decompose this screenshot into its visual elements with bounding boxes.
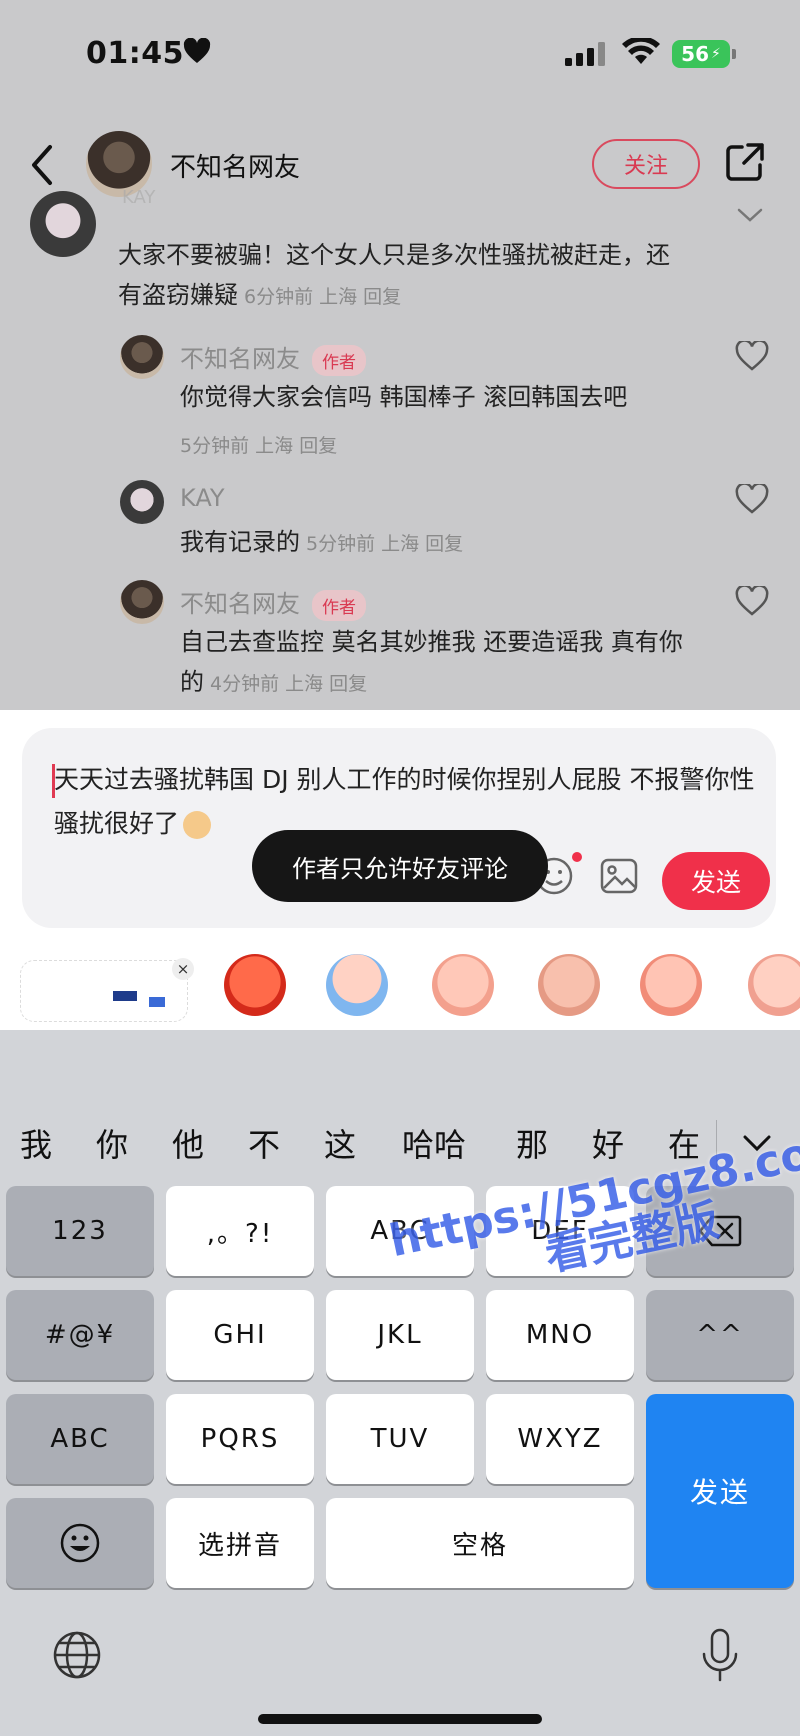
comment-author[interactable]: 不知名网友 作者 xyxy=(180,584,366,621)
comment-body: 你觉得大家会信吗 韩国棒子 滚回韩国去吧 xyxy=(180,383,628,411)
key-symbols[interactable]: #@¥ xyxy=(6,1290,154,1380)
image-icon[interactable] xyxy=(600,858,638,894)
key-abc-mode[interactable]: ABC xyxy=(6,1394,154,1484)
recent-sticker[interactable] xyxy=(20,960,188,1022)
home-indicator xyxy=(258,1714,542,1724)
smiley-icon xyxy=(60,1523,100,1563)
comment-item[interactable]: KAY 我有记录的 5分钟前 上海 回复 xyxy=(0,480,800,560)
comment-composer: 天天过去骚扰韩国 DJ 别人工作的时候你捏别人屁股 不报警你性骚扰很好了 发送 … xyxy=(0,710,800,1030)
key-tuv[interactable]: TUV xyxy=(326,1394,474,1484)
reply-link[interactable]: 回复 xyxy=(425,533,463,555)
comment-location: 上海 xyxy=(285,673,324,695)
comment-body: 我有记录的 xyxy=(180,528,300,556)
comment-item[interactable]: 不知名网友 作者 你觉得大家会信吗 韩国棒子 滚回韩国去吧 5分钟前 上海 回复 xyxy=(0,335,800,457)
keyboard: 我 你 他 不 这 哈哈 那 好 在 123 ,。?! ABC DEF #@¥ … xyxy=(0,1030,800,1736)
back-icon[interactable] xyxy=(30,143,54,187)
comment-header: 不知名网友 关注 xyxy=(0,125,800,205)
share-icon[interactable] xyxy=(724,141,766,183)
comment-time: 5分钟前 xyxy=(306,533,376,555)
cellular-signal-icon xyxy=(565,42,605,66)
avatar[interactable] xyxy=(120,480,164,524)
space-key[interactable]: 空格 xyxy=(326,1498,634,1588)
comment-location: 上海 xyxy=(381,533,420,555)
comment-item[interactable]: KAY 大家不要被骗！这个女人只是多次性骚扰被赶走，还有盗窃嫌疑 6分钟前 上海 回复 xyxy=(0,187,800,309)
reply-link[interactable]: 回复 xyxy=(329,673,367,695)
comment-text[interactable]: 你觉得大家会信吗 韩国棒子 滚回韩国去吧 xyxy=(180,377,700,417)
status-time: 01:45 xyxy=(86,36,184,71)
sticker-fragment xyxy=(149,997,165,1007)
key-123[interactable]: 123 xyxy=(6,1186,154,1276)
heart-outline-icon[interactable] xyxy=(735,586,769,616)
battery-icon: 56 ⚡ xyxy=(672,40,730,68)
sticker-bar: × xyxy=(0,950,800,1030)
comment-time: 5分钟前 xyxy=(180,435,250,457)
key-emoticon[interactable]: ^^ xyxy=(646,1290,794,1380)
reply-link[interactable]: 回复 xyxy=(363,286,401,308)
notification-dot xyxy=(572,852,582,862)
author-name[interactable]: 不知名网友 xyxy=(170,147,300,184)
emoji-key[interactable] xyxy=(6,1498,154,1588)
key-wxyz[interactable]: WXYZ xyxy=(486,1394,634,1484)
comment-time: 4分钟前 xyxy=(210,673,280,695)
sweat-sticker[interactable] xyxy=(432,954,494,1016)
heart-icon xyxy=(183,38,211,63)
comment-author-name: 不知名网友 xyxy=(180,345,300,373)
chevron-down-icon[interactable] xyxy=(736,207,764,223)
comment-author[interactable]: KAY xyxy=(122,187,155,208)
wifi-icon xyxy=(622,38,660,64)
follow-button[interactable]: 关注 xyxy=(592,139,700,189)
candidate-word[interactable]: 你 xyxy=(96,1120,128,1166)
avatar[interactable] xyxy=(120,580,164,624)
heart-outline-icon[interactable] xyxy=(735,484,769,514)
comment-text[interactable]: 自己去查监控 莫名其妙推我 还要造谣我 真有你的 4分钟前 上海 回复 xyxy=(180,622,700,704)
candidate-word[interactable]: 这 xyxy=(324,1120,356,1166)
candidate-word[interactable]: 我 xyxy=(20,1120,52,1166)
author-badge: 作者 xyxy=(312,589,366,621)
battery-level: 56 xyxy=(681,42,709,66)
close-icon[interactable]: × xyxy=(172,958,194,980)
globe-icon[interactable] xyxy=(52,1630,102,1680)
candidate-word[interactable]: 那 xyxy=(516,1120,548,1166)
send-button[interactable]: 发送 xyxy=(662,852,770,910)
key-pqrs[interactable]: PQRS xyxy=(166,1394,314,1484)
comment-text[interactable]: 大家不要被骗！这个女人只是多次性骚扰被赶走，还有盗窃嫌疑 6分钟前 上海 回复 xyxy=(118,235,678,317)
key-jkl[interactable]: JKL xyxy=(326,1290,474,1380)
angry-face-sticker[interactable] xyxy=(224,954,286,1016)
inline-sticker-icon xyxy=(183,811,212,839)
reply-link[interactable]: 回复 xyxy=(299,435,337,457)
comment-author-name: 不知名网友 xyxy=(180,590,300,618)
key-ghi[interactable]: GHI xyxy=(166,1290,314,1380)
heart-outline-icon[interactable] xyxy=(735,341,769,371)
avatar[interactable] xyxy=(30,191,96,257)
candidate-word[interactable]: 他 xyxy=(172,1120,204,1166)
candidate-word[interactable]: 好 xyxy=(592,1120,624,1166)
keyboard-send-key[interactable]: 发送 xyxy=(646,1394,794,1588)
author-badge: 作者 xyxy=(312,344,366,376)
comment-sheet: 01:45 56 ⚡ 不知名网友 关注 KAY 大家不要被骗！这个女人只是多次性骚… xyxy=(0,0,800,710)
comment-location: 上海 xyxy=(255,435,294,457)
input-value: 天天过去骚扰韩国 DJ 别人工作的时候你捏别人屁股 不报警你性骚扰很好了 xyxy=(54,765,755,838)
comment-text[interactable]: 我有记录的 5分钟前 上海 回复 xyxy=(180,522,700,564)
crying-sticker[interactable] xyxy=(326,954,388,1016)
avatar[interactable] xyxy=(120,335,164,379)
comment-meta: 5分钟前 上海 回复 xyxy=(180,431,337,458)
comment-location: 上海 xyxy=(319,286,358,308)
shy-sticker[interactable] xyxy=(748,954,800,1016)
sad-sticker[interactable] xyxy=(538,954,600,1016)
candidate-word[interactable]: 不 xyxy=(248,1120,280,1166)
comment-item[interactable]: 不知名网友 作者 自己去查监控 莫名其妙推我 还要造谣我 真有你的 4分钟前 上海 回复 xyxy=(0,580,800,700)
comment-author[interactable]: KAY xyxy=(180,484,225,512)
key-punctuation[interactable]: ,。?! xyxy=(166,1186,314,1276)
comment-author[interactable]: 不知名网友 作者 xyxy=(180,339,366,376)
candidate-word[interactable]: 哈哈 xyxy=(402,1120,466,1166)
toast-message: 作者只允许好友评论 xyxy=(252,830,548,902)
key-mno[interactable]: MNO xyxy=(486,1290,634,1380)
status-bar: 01:45 56 ⚡ xyxy=(0,0,800,110)
battery-tip xyxy=(732,49,736,59)
tears-sticker[interactable] xyxy=(640,954,702,1016)
select-pinyin-key[interactable]: 选拼音 xyxy=(166,1498,314,1588)
microphone-icon[interactable] xyxy=(700,1628,740,1684)
sticker-fragment xyxy=(113,991,137,1001)
comment-time: 6分钟前 xyxy=(244,286,314,308)
